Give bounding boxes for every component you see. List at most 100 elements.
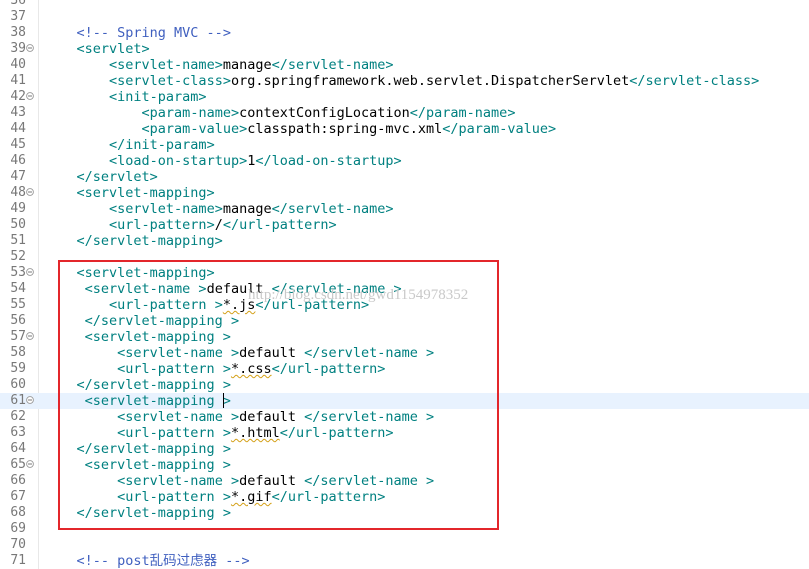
line-number: 39 (10, 41, 26, 56)
text-content: *.gif (230, 489, 272, 505)
code-line[interactable]: 49 <servlet-name>manage</servlet-name> (0, 201, 809, 217)
line-code[interactable]: <!-- post乱码过虑器 --> (44, 553, 250, 569)
line-code[interactable]: <servlet-mapping > (44, 457, 231, 473)
line-code[interactable]: <url-pattern >*.css</url-pattern> (44, 361, 385, 377)
line-number: 49 (10, 201, 26, 216)
line-code[interactable]: </servlet> (44, 169, 158, 185)
line-code[interactable]: <!-- Spring MVC --> (44, 25, 231, 41)
line-code[interactable]: </servlet-mapping > (44, 441, 231, 457)
line-number: 63 (10, 425, 26, 440)
code-line[interactable]: 54 <servlet-name >default </servlet-name… (0, 281, 809, 297)
code-line[interactable]: 43 <param-name>contextConfigLocation</pa… (0, 105, 809, 121)
code-line[interactable]: 59 <url-pattern >*.css</url-pattern> (0, 361, 809, 377)
code-line[interactable]: 51 </servlet-mapping> (0, 233, 809, 249)
line-code[interactable]: <url-pattern >*.js</url-pattern> (44, 297, 369, 313)
code-line[interactable]: 47 </servlet> (0, 169, 809, 185)
fold-toggle-icon[interactable] (26, 460, 34, 468)
line-code[interactable]: <servlet-name>manage</servlet-name> (44, 57, 394, 73)
code-line[interactable]: 62 <servlet-name >default </servlet-name… (0, 409, 809, 425)
fold-toggle-icon[interactable] (26, 188, 34, 196)
code-line[interactable]: 40 <servlet-name>manage</servlet-name> (0, 57, 809, 73)
line-code[interactable]: <url-pattern >*.html</url-pattern> (44, 425, 394, 441)
line-code[interactable]: <servlet-mapping > (44, 329, 231, 345)
line-code[interactable]: </servlet-mapping> (44, 233, 223, 249)
code-line[interactable]: 55 <url-pattern >*.js</url-pattern> (0, 297, 809, 313)
line-number: 65 (10, 457, 26, 472)
line-code[interactable]: <param-name>contextConfigLocation</param… (44, 105, 516, 121)
line-code[interactable]: <servlet-name >default </servlet-name > (44, 281, 402, 297)
code-line[interactable]: 70 (0, 537, 809, 553)
line-code[interactable]: <servlet-name >default </servlet-name > (44, 473, 434, 489)
code-line[interactable]: 67 <url-pattern >*.gif</url-pattern> (0, 489, 809, 505)
code-line[interactable]: 64 </servlet-mapping > (0, 441, 809, 457)
xml-tag: <init-param> (109, 89, 207, 105)
code-line[interactable]: 65 <servlet-mapping > (0, 457, 809, 473)
line-number: 55 (10, 297, 26, 312)
fold-toggle-icon[interactable] (26, 92, 34, 100)
xml-tag: </servlet-name> (271, 201, 394, 217)
line-code[interactable]: <servlet-name >default </servlet-name > (44, 409, 434, 425)
code-editor[interactable]: 36 37 38 <!-- Spring MVC --> 39 <servlet> 40… (0, 0, 809, 569)
line-number: 46 (10, 153, 26, 168)
fold-toggle-icon[interactable] (26, 268, 34, 276)
code-line[interactable]: 58 <servlet-name >default </servlet-name… (0, 345, 809, 361)
code-line[interactable]: 42 <init-param> (0, 89, 809, 105)
line-code[interactable]: <url-pattern >*.gif</url-pattern> (44, 489, 385, 505)
xml-tag: <servlet-name > (84, 281, 207, 297)
line-code[interactable]: <servlet-mapping > (44, 393, 231, 409)
line-number: 41 (10, 73, 26, 88)
code-line[interactable]: 57 <servlet-mapping > (0, 329, 809, 345)
code-line[interactable]: 39 <servlet> (0, 41, 809, 57)
code-line[interactable]: 48 <servlet-mapping> (0, 185, 809, 201)
code-line[interactable]: 37 (0, 9, 809, 25)
line-code[interactable]: <param-value>classpath:spring-mvc.xml</p… (44, 121, 557, 137)
line-code[interactable]: <servlet-mapping> (44, 185, 215, 201)
text-content: contextConfigLocation (239, 105, 410, 121)
line-code[interactable]: <load-on-startup>1</load-on-startup> (44, 153, 402, 169)
code-line[interactable]: 71 <!-- post乱码过虑器 --> (0, 553, 809, 569)
line-code[interactable]: </init-param> (44, 137, 215, 153)
code-line[interactable]: 69 (0, 521, 809, 537)
text-content: *.html (230, 425, 280, 441)
line-code[interactable]: <init-param> (44, 89, 207, 105)
code-line[interactable]: 45 </init-param> (0, 137, 809, 153)
xml-tag: </servlet-mapping > (76, 441, 231, 457)
xml-tag: </url-pattern> (279, 425, 394, 441)
code-line[interactable]: 68 </servlet-mapping > (0, 505, 809, 521)
line-number: 57 (10, 329, 26, 344)
code-line[interactable]: 44 <param-value>classpath:spring-mvc.xml… (0, 121, 809, 137)
line-code[interactable]: <servlet-name >default </servlet-name > (44, 345, 434, 361)
fold-toggle-icon[interactable] (26, 44, 34, 52)
code-line[interactable]: 46 <load-on-startup>1</load-on-startup> (0, 153, 809, 169)
xml-tag: <url-pattern> (109, 217, 215, 233)
line-code[interactable]: </servlet-mapping > (44, 377, 231, 393)
line-code[interactable]: <servlet-name>manage</servlet-name> (44, 201, 394, 217)
code-line[interactable]: 66 <servlet-name >default </servlet-name… (0, 473, 809, 489)
line-code[interactable]: <servlet-mapping> (44, 265, 215, 281)
xml-tag: <servlet-mapping > (84, 329, 231, 345)
line-code[interactable]: <servlet> (44, 41, 150, 57)
code-line[interactable]: 60 </servlet-mapping > (0, 377, 809, 393)
line-code[interactable]: <servlet-class>org.springframework.web.s… (44, 73, 759, 89)
code-line[interactable]: 53 <servlet-mapping> (0, 265, 809, 281)
fold-toggle-icon[interactable] (26, 396, 34, 404)
code-line[interactable]: 41 <servlet-class>org.springframework.we… (0, 73, 809, 89)
line-code[interactable]: <url-pattern>/</url-pattern> (44, 217, 337, 233)
code-line[interactable]: 36 (0, 0, 809, 9)
fold-toggle-icon[interactable] (26, 332, 34, 340)
xml-tag: </servlet-mapping> (76, 233, 223, 249)
code-line[interactable]: 61 <servlet-mapping > (0, 393, 809, 409)
line-number: 38 (10, 25, 26, 40)
line-code[interactable]: </servlet-mapping > (44, 505, 231, 521)
code-line[interactable]: 56 </servlet-mapping > (0, 313, 809, 329)
line-code[interactable]: </servlet-mapping > (44, 313, 239, 329)
code-line[interactable]: 38 <!-- Spring MVC --> (0, 25, 809, 41)
line-number: 66 (10, 473, 26, 488)
line-number: 37 (10, 9, 26, 24)
code-line[interactable]: 63 <url-pattern >*.html</url-pattern> (0, 425, 809, 441)
code-line[interactable]: 52 (0, 249, 809, 265)
code-line[interactable]: 50 <url-pattern>/</url-pattern> (0, 217, 809, 233)
